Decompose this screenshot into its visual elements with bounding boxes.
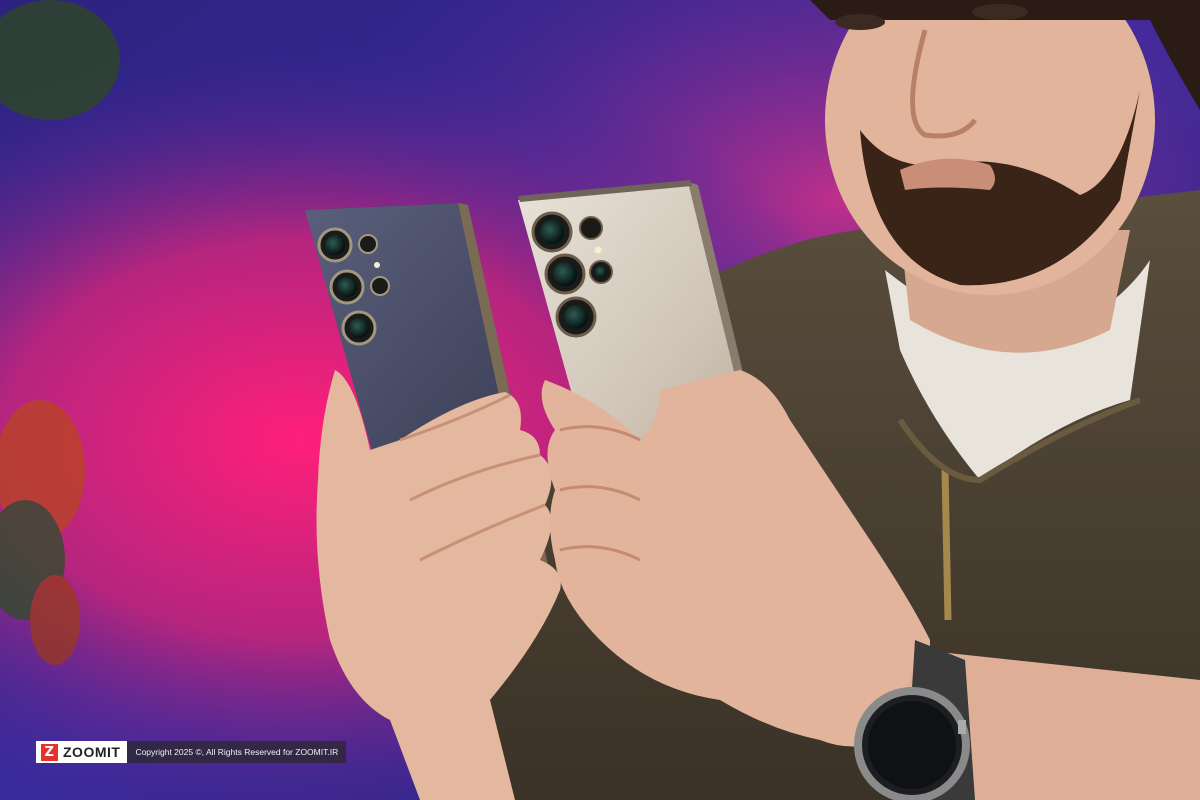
copyright-text: Copyright 2025 ©, All Rights Reserved fo… xyxy=(127,741,347,763)
copyright-watermark: Z ZOOMIT Copyright 2025 ©, All Rights Re… xyxy=(36,741,347,763)
brand-logo: Z ZOOMIT xyxy=(36,741,128,763)
brand-name: ZOOMIT xyxy=(63,744,121,760)
photo-scene: Z ZOOMIT Copyright 2025 ©, All Rights Re… xyxy=(0,0,1200,800)
zoomit-z-icon: Z xyxy=(41,743,58,761)
photo xyxy=(0,0,1200,800)
